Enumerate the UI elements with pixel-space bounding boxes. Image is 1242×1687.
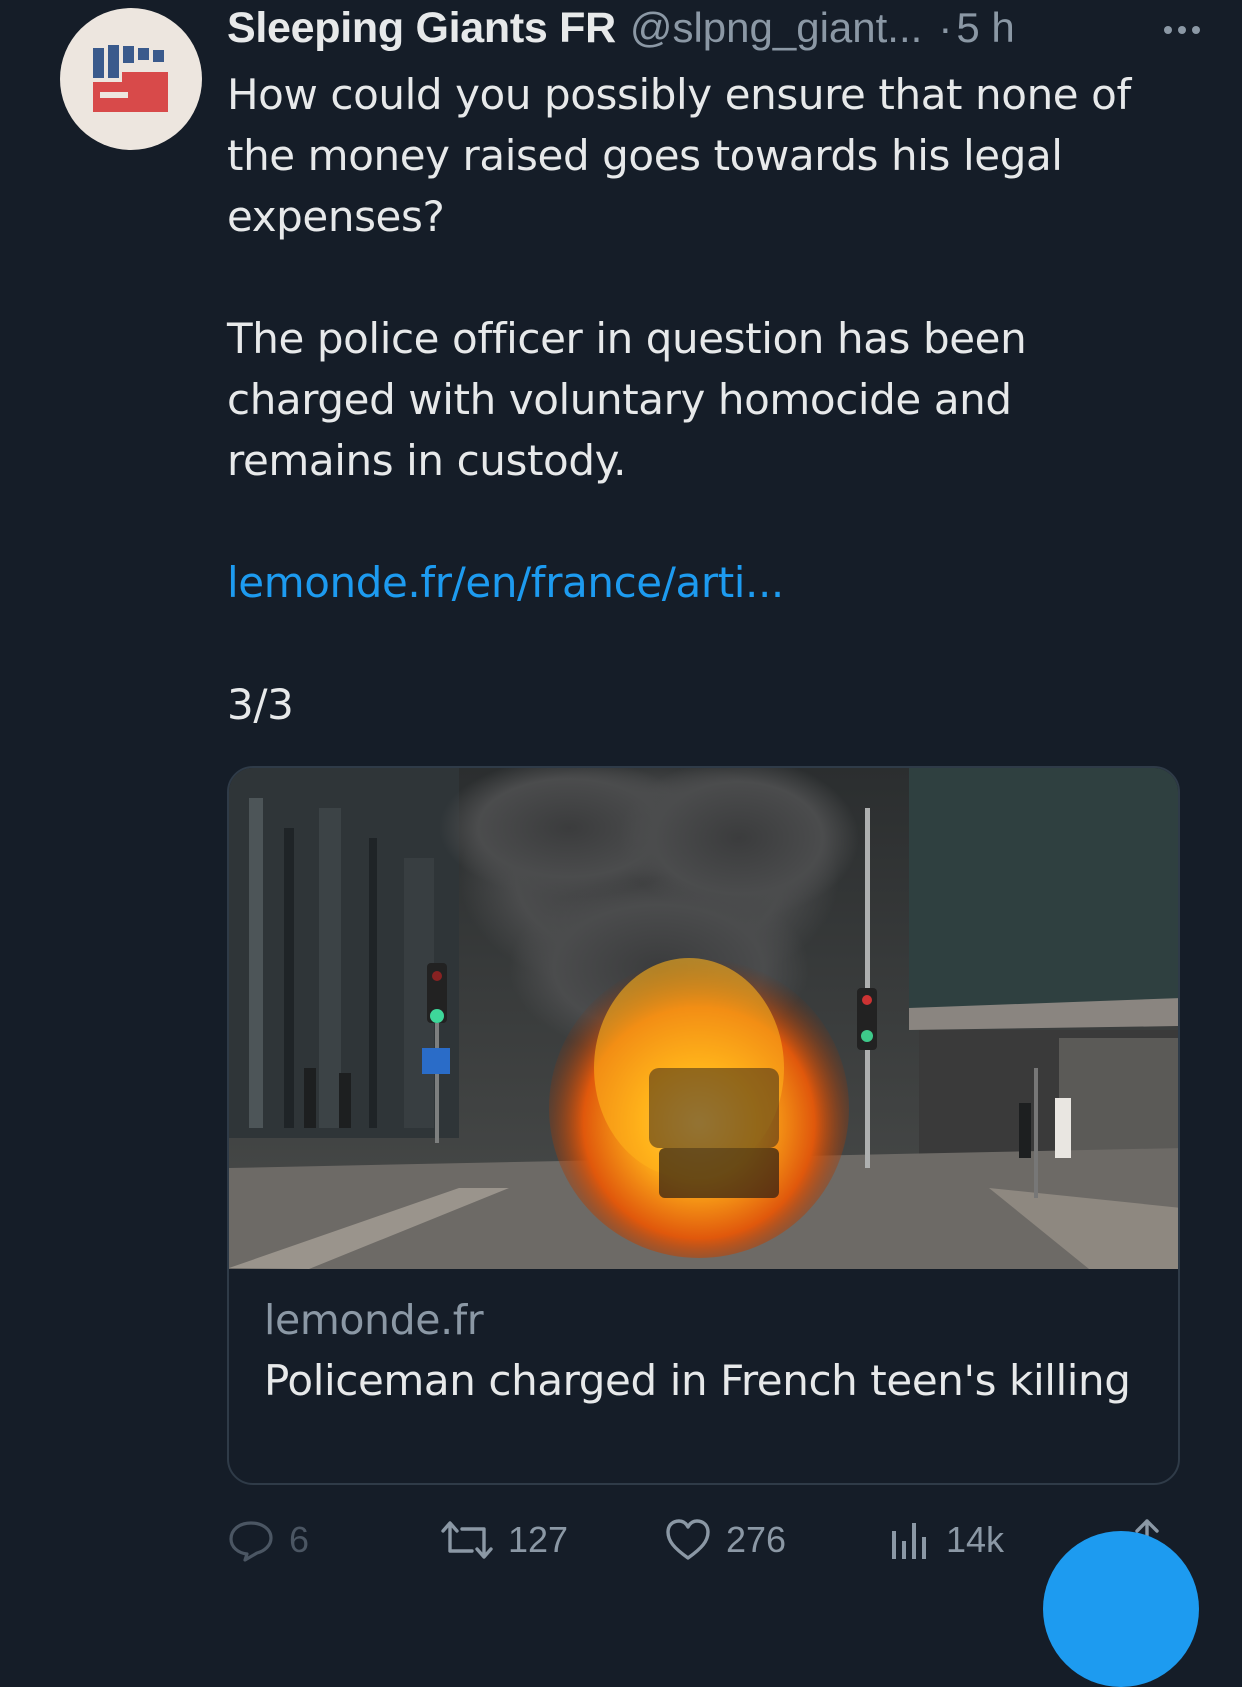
heart-icon xyxy=(666,1519,710,1560)
tweet-time[interactable]: 5 h xyxy=(956,4,1014,52)
more-horizontal-icon xyxy=(1164,26,1200,34)
views-count: 14k xyxy=(946,1519,1005,1560)
card-domain: lemonde.fr xyxy=(264,1296,484,1344)
fist-logo xyxy=(93,45,168,112)
link-preview-card[interactable]: lemonde.fr Policeman charged in French t… xyxy=(227,766,1180,1485)
author-name[interactable]: Sleeping Giants FR xyxy=(227,4,616,53)
retweet-count: 127 xyxy=(508,1519,569,1560)
card-title: Policeman charged in French teen's killi… xyxy=(264,1356,1131,1405)
compose-button[interactable] xyxy=(1043,1531,1199,1687)
tweet-paragraph: How could you possibly ensure that none … xyxy=(227,70,1131,241)
thread-position: 3/3 xyxy=(227,680,294,729)
like-button[interactable]: 276 xyxy=(664,1510,786,1570)
views-chart-icon xyxy=(892,1523,926,1559)
separator-dot: · xyxy=(938,4,953,51)
reply-count: 6 xyxy=(289,1519,310,1560)
reply-button[interactable]: 6 xyxy=(227,1510,309,1570)
avatar[interactable] xyxy=(60,8,202,150)
article-image xyxy=(229,768,1178,1269)
reply-icon xyxy=(229,1521,273,1562)
tweet-paragraph: The police officer in question has been … xyxy=(227,314,1027,485)
article-link[interactable]: lemonde.fr/en/france/arti... xyxy=(227,558,784,607)
tweet-text: How could you possibly ensure that none … xyxy=(227,64,1177,735)
views-button[interactable]: 14k xyxy=(888,1510,1004,1570)
like-count: 276 xyxy=(726,1519,787,1560)
author-handle[interactable]: @slpng_giant... xyxy=(630,4,922,52)
retweet-icon xyxy=(441,1521,493,1559)
more-options-button[interactable] xyxy=(1160,8,1204,48)
retweet-button[interactable]: 127 xyxy=(440,1510,568,1570)
tweet-header: Sleeping Giants FR @slpng_giant... · 5 h xyxy=(227,2,1217,54)
